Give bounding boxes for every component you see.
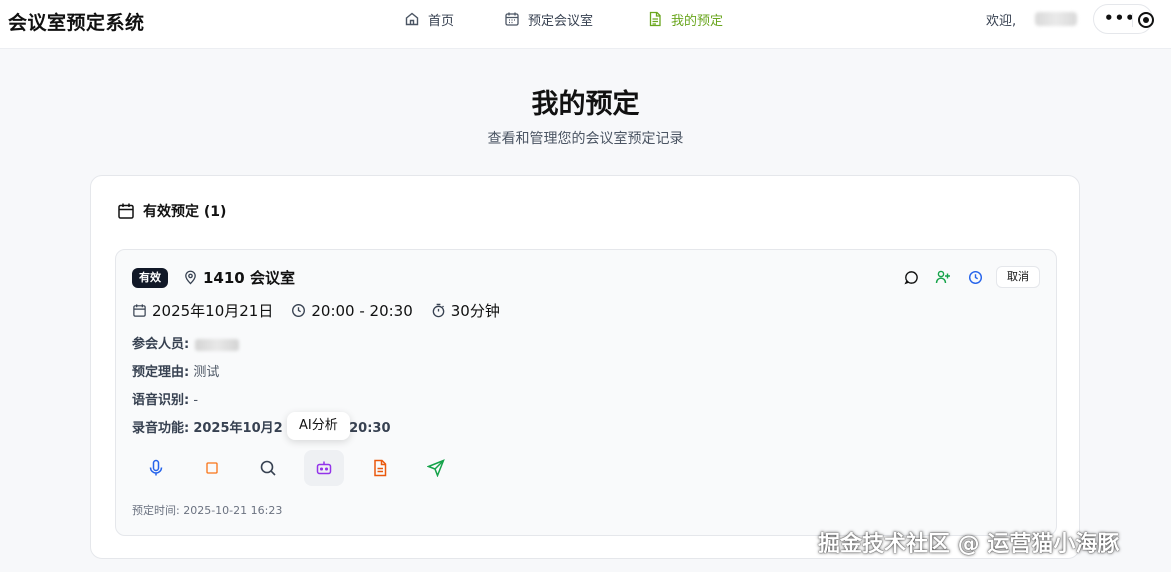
clock-icon[interactable] [964, 266, 986, 288]
booking-meta: 2025年10月21日 20:00 - 20:30 30分钟 [132, 300, 518, 321]
more-dots-icon: ••• [1104, 9, 1136, 27]
booking-date: 2025年10月21日 [132, 300, 273, 321]
calendar-icon [505, 12, 519, 26]
calendar-icon [133, 304, 146, 317]
stop-button[interactable] [192, 450, 232, 486]
status-badge: 有效 [132, 268, 168, 288]
booking-actions: 取消 [900, 266, 1040, 288]
room-name: 1410 会议室 [183, 267, 295, 288]
location-pin-icon [185, 270, 196, 285]
nav-item-my-bookings[interactable]: 我的预定 [647, 0, 723, 38]
calendar-icon [118, 203, 134, 219]
search-icon [260, 460, 276, 476]
app-title: 会议室预定系统 [8, 12, 145, 34]
more-menu-button[interactable]: ••• [1093, 4, 1154, 34]
ai-analysis-button[interactable] [304, 450, 344, 486]
document-button[interactable] [360, 450, 400, 486]
speech-value: - [193, 393, 199, 408]
booking-duration: 30分钟 [431, 300, 500, 321]
nav-label-home: 首页 [428, 13, 455, 29]
speech-label: 语音识别: [132, 393, 190, 408]
clock-icon [292, 304, 306, 317]
section-title: 有效预定 (1) [143, 204, 227, 220]
reason-label: 预定理由: [132, 365, 190, 380]
attendees-redacted [195, 338, 240, 351]
duration-text: 30分钟 [450, 302, 500, 320]
section-header: 有效预定 (1) [117, 201, 226, 221]
welcome-text: 欢迎, [986, 14, 1017, 29]
date-text: 2025年10月21日 [152, 302, 274, 320]
cancel-button[interactable]: 取消 [996, 266, 1040, 288]
watermark: 掘金技术社区 @ 运营猫小海豚 [818, 532, 1120, 557]
username-redacted [1035, 12, 1077, 26]
active-bookings-card: 有效预定 (1) 有效 1410 会议室 取消 2025年10月21日 20:0… [90, 175, 1080, 559]
booked-timestamp: 预定时间: 2025-10-21 16:23 [132, 504, 283, 517]
page-subtitle: 查看和管理您的会议室预定记录 [487, 131, 684, 147]
search-button[interactable] [248, 450, 288, 486]
room-label: 1410 会议室 [203, 269, 295, 287]
tool-bar [136, 450, 456, 486]
file-icon [374, 459, 387, 477]
home-icon [405, 12, 419, 26]
speech-field: 语音识别: - [132, 389, 198, 408]
send-button[interactable] [416, 450, 456, 486]
divider [1132, 13, 1133, 27]
document-icon [649, 11, 661, 27]
add-user-icon[interactable] [932, 266, 954, 288]
record-icon[interactable] [1138, 12, 1154, 28]
booking-time: 20:00 - 20:30 [291, 301, 413, 320]
nav-item-home[interactable]: 首页 [404, 0, 454, 38]
nav-label-my-bookings: 我的预定 [671, 13, 724, 29]
top-navbar: 会议室预定系统 首页 预定会议室 我的预定 欢迎, ••• [0, 0, 1171, 49]
microphone-icon [149, 459, 163, 476]
nav-item-book-room[interactable]: 预定会议室 [504, 0, 593, 38]
comment-icon[interactable] [900, 266, 922, 288]
reason-value: 测试 [193, 365, 220, 380]
timer-icon [432, 303, 445, 318]
booking-item: 有效 1410 会议室 取消 2025年10月21日 20:00 - 20:30… [115, 249, 1057, 536]
recording-field: 录音功能: 2025年10月2 0-20:30 [132, 417, 391, 436]
attendees-label: 参会人员: [132, 337, 190, 352]
recording-label: 录音功能: [132, 421, 190, 436]
robot-icon [316, 461, 332, 475]
time-text: 20:00 - 20:30 [311, 301, 413, 320]
send-icon [427, 459, 445, 477]
recording-value-left: 2025年10月2 [193, 421, 283, 436]
page-title: 我的预定 [531, 89, 640, 120]
ai-analysis-tooltip: AI分析 [287, 412, 350, 440]
nav-label-book-room: 预定会议室 [528, 13, 594, 29]
stop-icon [206, 462, 218, 474]
attendees-field: 参会人员: [132, 333, 240, 352]
microphone-button[interactable] [136, 450, 176, 486]
reason-field: 预定理由: 测试 [132, 361, 219, 380]
